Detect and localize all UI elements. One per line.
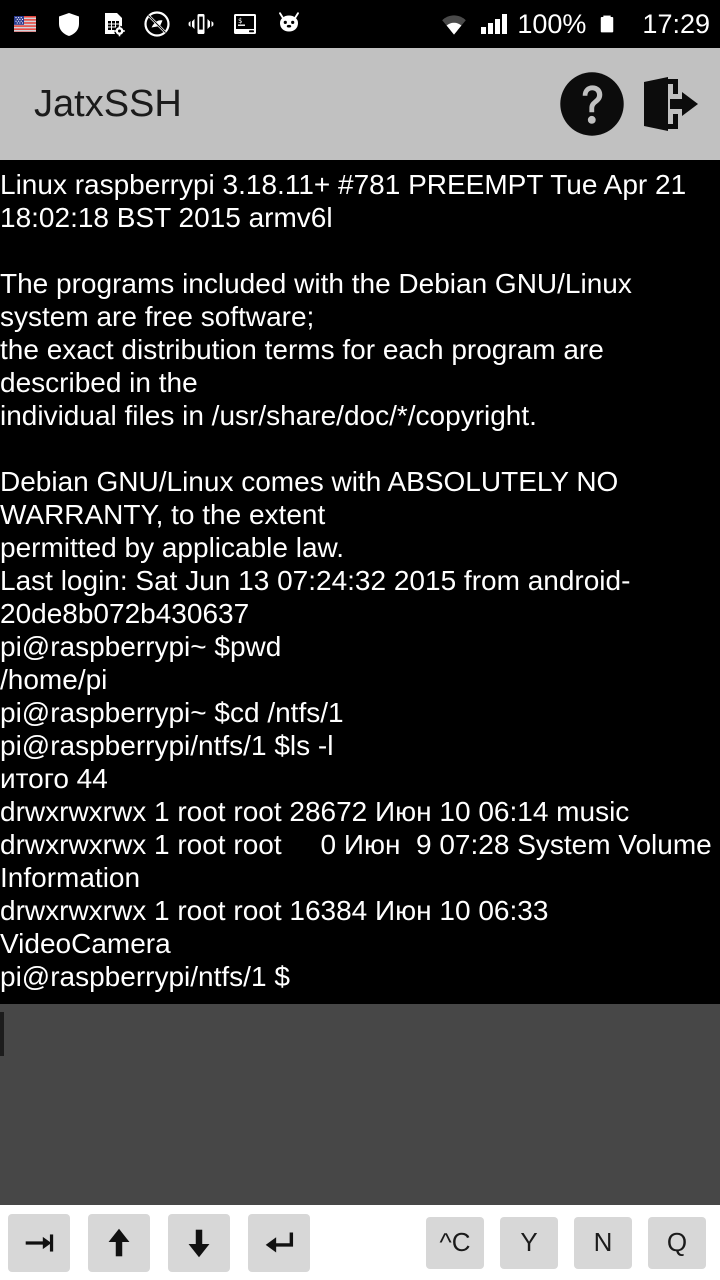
exit-door-icon <box>636 72 700 136</box>
arrow-down-icon <box>180 1224 218 1262</box>
status-bar-left-icons: $ <box>10 9 304 39</box>
status-bar-right-icons: 100% 17:29 <box>437 9 710 40</box>
help-button[interactable] <box>554 66 630 142</box>
arrow-up-icon <box>100 1224 138 1262</box>
enter-key[interactable] <box>248 1213 310 1272</box>
exit-button[interactable] <box>630 66 706 142</box>
us-flag-keyboard-icon <box>10 9 40 39</box>
vibrate-icon <box>186 9 216 39</box>
sim-card-settings-icon <box>98 9 128 39</box>
ctrl-c-key[interactable]: ^C <box>426 1216 484 1269</box>
status-bar: $ 100% 17:29 <box>0 0 720 48</box>
q-key[interactable]: Q <box>648 1216 706 1269</box>
n-key[interactable]: N <box>574 1216 632 1269</box>
app-bar: JatxSSH <box>0 48 720 160</box>
page-title: JatxSSH <box>34 82 182 125</box>
battery-percentage: 100% <box>517 8 587 39</box>
signal-bars-icon <box>477 9 508 39</box>
terminal-text: Linux raspberrypi 3.18.11+ #781 PREEMPT … <box>0 169 712 992</box>
arrow-up-key[interactable] <box>88 1213 150 1272</box>
navigation-keys-group <box>8 1213 310 1272</box>
app-screen: $ 100% 17:29 JatxSSH Linux raspberrypi 3… <box>0 0 720 1280</box>
terminal-output-pane[interactable]: Linux raspberrypi 3.18.11+ #781 PREEMPT … <box>0 160 720 1004</box>
enter-icon <box>260 1224 298 1262</box>
status-bar-clock: 17:29 <box>642 8 710 39</box>
android-head-icon <box>274 9 304 39</box>
terminal-icon: $ <box>230 9 260 39</box>
arrow-down-key[interactable] <box>168 1213 230 1272</box>
svg-text:$: $ <box>238 17 242 25</box>
wifi-icon <box>437 9 467 39</box>
special-keys-bar: ^C Y N Q <box>0 1205 720 1280</box>
command-input-area[interactable] <box>0 1004 720 1205</box>
shield-icon <box>54 9 84 39</box>
tab-key[interactable] <box>8 1213 70 1272</box>
battery-full-icon <box>596 9 626 39</box>
command-keys-group: ^C Y N Q <box>426 1216 712 1269</box>
text-cursor <box>0 1012 4 1056</box>
tab-icon <box>20 1224 58 1262</box>
y-key[interactable]: Y <box>500 1216 558 1269</box>
help-circle-icon <box>557 69 627 139</box>
gps-off-icon <box>142 9 172 39</box>
